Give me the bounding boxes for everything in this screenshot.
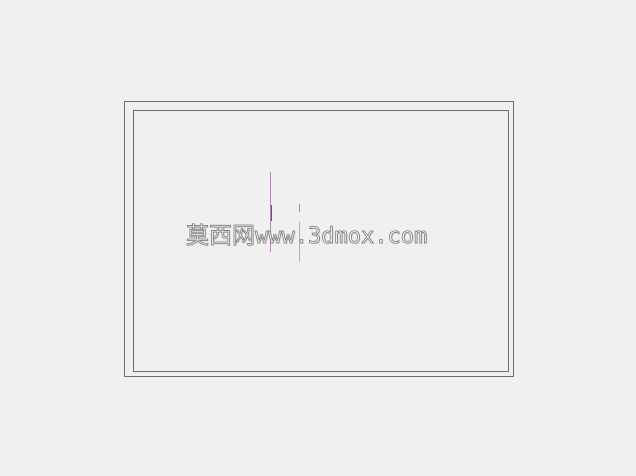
magenta-tick-mark <box>299 204 300 212</box>
viewport-canvas: 莫西网www.3dmox.com <box>0 0 636 476</box>
magenta-guide-line-2 <box>299 222 300 262</box>
inner-frame <box>133 110 509 372</box>
dark-guide-line <box>271 205 272 221</box>
